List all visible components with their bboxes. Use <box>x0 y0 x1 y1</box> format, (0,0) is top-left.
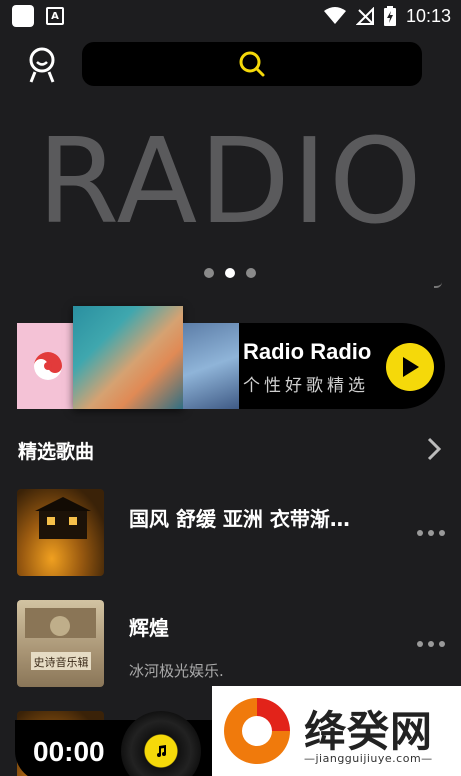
song-more-button[interactable] <box>417 528 445 538</box>
section-more-button[interactable] <box>424 436 444 462</box>
site-watermark: 绛癸网 —jiangguijiuye.com— <box>212 686 461 776</box>
song-list-item[interactable]: 国风 舒缓 亚洲 衣带渐… <box>17 489 445 577</box>
epic-album-art: 史诗音乐辑 <box>25 608 96 670</box>
watermark-name: 绛癸网 <box>304 707 434 756</box>
song-list-item[interactable]: 史诗音乐辑 辉煌 冰河极光娱乐. <box>17 600 445 688</box>
decorative-mark <box>434 282 442 288</box>
pager-dot-active[interactable] <box>225 268 235 278</box>
radio-play-button[interactable] <box>386 343 434 391</box>
vinyl-disc-icon[interactable] <box>121 711 201 776</box>
radio-thumb-lollipop <box>17 323 79 409</box>
song-cover <box>17 489 104 576</box>
notification-a-icon: A <box>46 7 64 25</box>
song-more-button[interactable] <box>417 639 445 649</box>
song-artist: 冰河极光娱乐. <box>129 662 224 680</box>
cover-text: 史诗音乐辑 <box>34 655 89 669</box>
banner-pager <box>204 268 256 278</box>
wifi-icon <box>323 7 346 24</box>
user-profile-button[interactable] <box>22 44 62 86</box>
smile-user-icon <box>29 47 55 83</box>
pager-dot[interactable] <box>204 268 214 278</box>
chevron-right-icon <box>427 437 442 461</box>
house-night-image <box>35 497 91 539</box>
watermark-url: —jiangguijiuye.com— <box>304 752 433 765</box>
radio-title: Radio Radio <box>243 339 372 364</box>
song-cover: 史诗音乐辑 <box>17 600 104 687</box>
no-signal-icon <box>355 7 374 25</box>
player-time: 00:00 <box>33 736 105 767</box>
site-logo-icon <box>224 698 290 764</box>
search-bar[interactable] <box>82 42 422 86</box>
music-note-icon <box>157 745 166 757</box>
radio-card[interactable]: Radio Radio 个性好歌精选 <box>17 306 445 409</box>
battery-charging-icon <box>383 6 396 26</box>
radio-thumb-art <box>73 306 183 409</box>
clock: 10:13 <box>405 5 451 26</box>
pager-dot[interactable] <box>246 268 256 278</box>
section-title: 精选歌曲 <box>18 441 95 463</box>
song-title: 国风 舒缓 亚洲 衣带渐… <box>129 507 350 531</box>
lollipop-icon <box>34 352 62 380</box>
search-icon <box>239 51 265 77</box>
notification-square-icon <box>12 5 34 27</box>
banner-title[interactable]: RADIO <box>0 112 461 250</box>
radio-thumb-winter <box>183 323 239 409</box>
play-icon <box>403 357 419 377</box>
radio-subtitle: 个性好歌精选 <box>243 376 369 396</box>
status-bar: A 10:13 <box>0 0 461 32</box>
song-title: 辉煌 <box>129 616 169 640</box>
mini-player[interactable]: 00:00 <box>15 711 230 776</box>
